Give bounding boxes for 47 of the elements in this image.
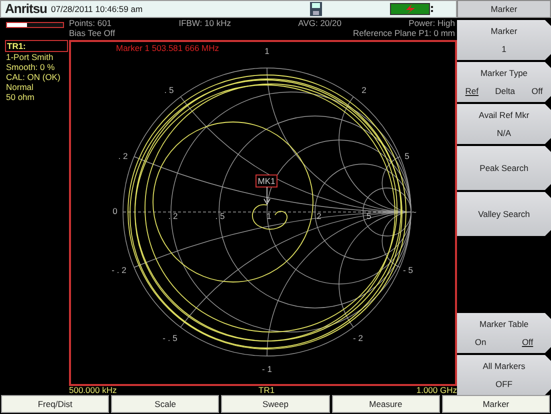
grid-label: 0 — [112, 206, 118, 216]
status-text: Bias Tee Off — [69, 28, 115, 38]
status-text: AVG: 20/20 — [298, 18, 342, 28]
softkey[interactable]: All Markers OFF — [457, 355, 551, 395]
softkey[interactable]: Marker 1 — [457, 20, 551, 60]
trace-title[interactable]: TR1: — [5, 40, 68, 52]
softkey[interactable]: Valley Search — [457, 192, 551, 236]
grid-label: 1 — [264, 46, 270, 56]
trace-setting: 1-Port Smith — [5, 52, 54, 62]
menu-tab[interactable]: Scale — [111, 395, 220, 413]
softkey[interactable]: Avail Ref Mkr N/A — [457, 104, 551, 144]
menu-tab[interactable]: Measure — [332, 395, 440, 413]
softkey[interactable]: Marker Type Ref Delta Off — [457, 62, 551, 102]
menu-title: Marker — [457, 0, 551, 18]
grid-label: 2 — [362, 85, 366, 95]
date-time: 07/28/2011 10:46:59 am — [51, 2, 143, 16]
status-text: Power: High — [408, 18, 455, 28]
trace-setting: Normal — [5, 82, 34, 92]
brand-logo: Anritsu — [5, 0, 47, 18]
status-text: IFBW: 10 kHz — [178, 18, 231, 28]
menu-tab[interactable]: Sweep — [221, 395, 330, 413]
trace-setting: CAL: ON (OK) — [5, 72, 62, 82]
trace-setting: Smooth: 0 % — [5, 62, 56, 72]
marker-flag[interactable]: MK1 — [256, 174, 278, 205]
battery-charging-icon — [390, 3, 434, 15]
grid-label: - 2 — [353, 333, 363, 343]
grid-label: . 5 — [215, 211, 225, 221]
grid-label: - 1 — [262, 364, 272, 374]
grid-label: - 5 — [403, 265, 413, 275]
status-text: Reference Plane P1: 0 mm — [352, 28, 455, 38]
grid-label: . 2 — [168, 211, 178, 221]
stop-frequency: 1.000 GHz — [416, 386, 457, 395]
trace-name: TR1 — [258, 386, 275, 395]
grid-label: ~ — [412, 207, 416, 217]
grid-label: - . 2 — [112, 265, 126, 275]
grid-label: 5 — [404, 151, 410, 161]
start-frequency: 500.000 kHz — [69, 386, 117, 395]
marker-readout: Marker 1 503.581 666 MHz — [116, 42, 219, 55]
trace-setting: 50 ohm — [5, 92, 36, 102]
grid-label: . 5 — [164, 85, 174, 95]
status-text: Points: 601 — [69, 18, 112, 28]
softkey[interactable]: Marker Table On Off — [457, 313, 551, 353]
grid-label: - . 5 — [162, 333, 178, 343]
menu-tab[interactable]: Marker — [442, 395, 550, 413]
softkey[interactable]: Peak Search — [457, 146, 551, 190]
grid-label: . 2 — [118, 151, 128, 161]
menu-tab[interactable]: Freq/Dist — [1, 395, 110, 413]
